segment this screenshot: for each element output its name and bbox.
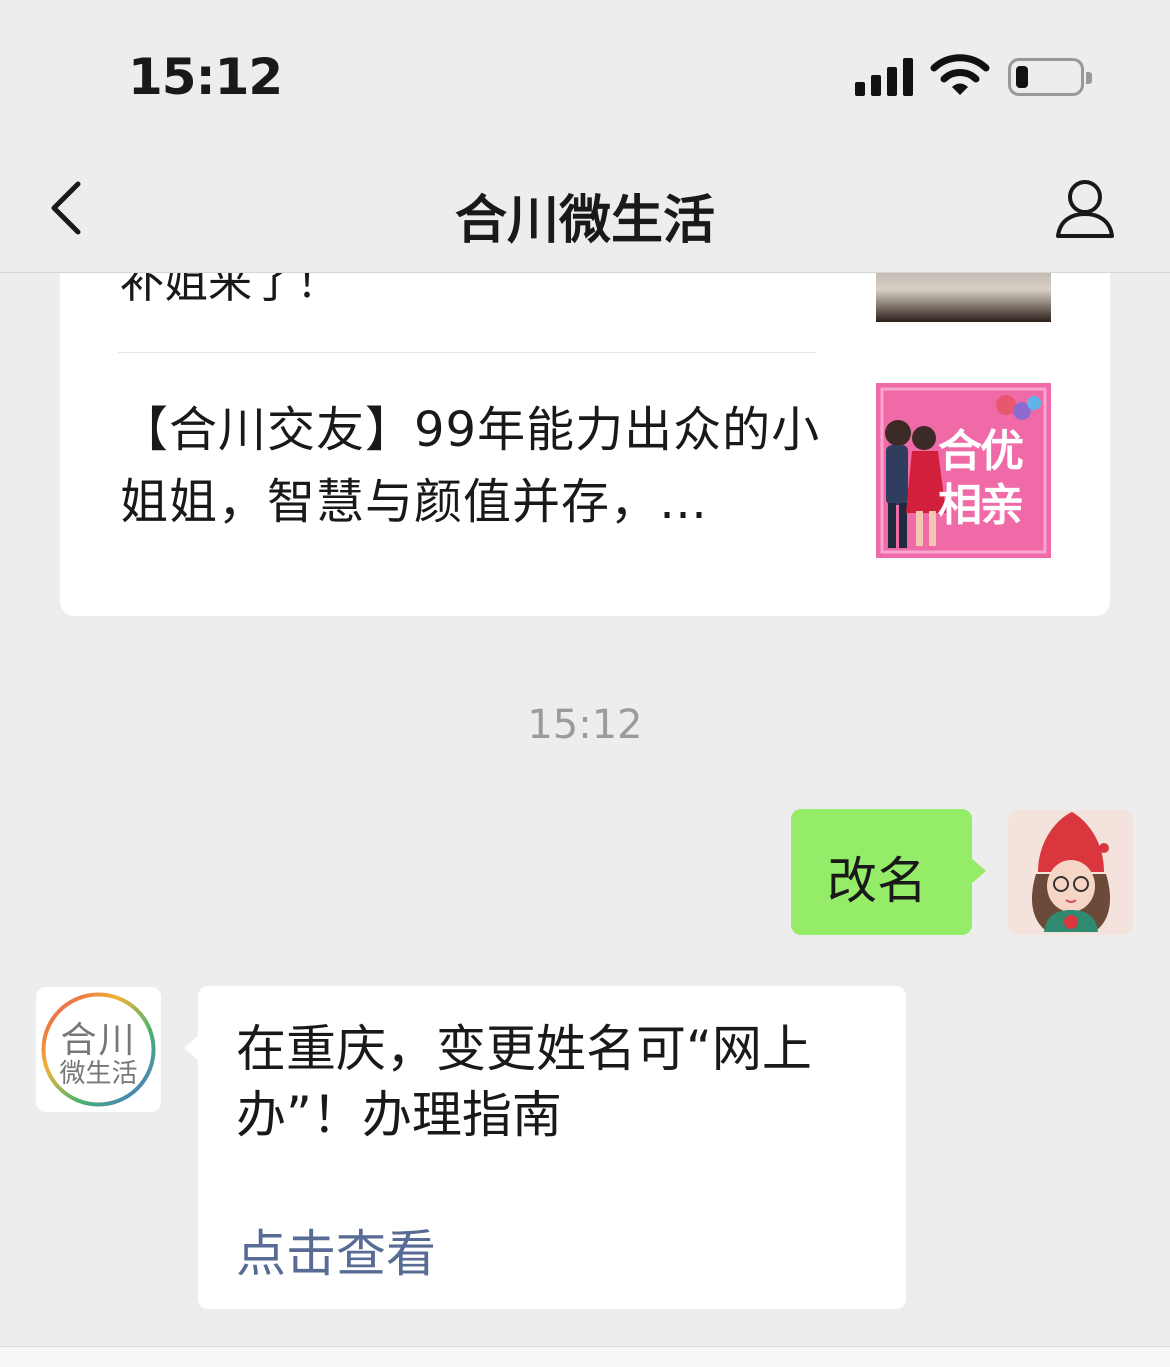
article-title[interactable]: 【合川交友】99年能力出众的小姐姐，智慧与颜值并存，… bbox=[120, 394, 840, 538]
sent-message-text: 改名 bbox=[827, 852, 927, 910]
message-timestamp: 15:12 bbox=[527, 702, 643, 748]
received-message-bubble[interactable]: 在重庆，变更姓名可“网上办”！办理指南 点击查看 bbox=[184, 986, 906, 1309]
chat-title: 合川微生活 bbox=[454, 191, 715, 251]
sent-message-bubble[interactable]: 改名 bbox=[791, 809, 986, 935]
my-avatar[interactable] bbox=[1008, 810, 1133, 935]
article-thumbnail-partial bbox=[876, 272, 1051, 322]
official-account-avatar[interactable]: 合川 微生活 bbox=[36, 987, 161, 1112]
article-item-partial[interactable]: 补姐来了！ bbox=[120, 272, 880, 322]
person-icon[interactable] bbox=[1050, 174, 1120, 244]
received-message-text: 在重庆，变更姓名可“网上办”！办理指南 bbox=[236, 1020, 812, 1144]
chat-area[interactable]: 补姐来了！ 【合川交友】99年能力出众的小姐姐，智慧与颜值并存，… 合优 相亲 … bbox=[0, 272, 1170, 1346]
oa-avatar-text-line2: 微生活 bbox=[59, 1059, 138, 1089]
cellular-signal-icon bbox=[855, 58, 915, 96]
battery-icon bbox=[1008, 58, 1092, 96]
wifi-icon bbox=[930, 54, 990, 95]
thumbnail-text-line2: 相亲 bbox=[938, 480, 1024, 531]
article-thumbnail[interactable]: 合优 相亲 bbox=[876, 383, 1051, 558]
nav-bar: 合川微生活 bbox=[0, 150, 1170, 273]
status-time: 15:12 bbox=[128, 48, 283, 106]
divider bbox=[118, 352, 816, 353]
status-bar: 15:12 bbox=[0, 0, 1170, 150]
girl-avatar-icon bbox=[1008, 810, 1133, 935]
article-card[interactable]: 补姐来了！ 【合川交友】99年能力出众的小姐姐，智慧与颜值并存，… 合优 相亲 bbox=[60, 272, 1110, 616]
input-bar-edge bbox=[0, 1346, 1170, 1367]
view-link[interactable]: 点击查看 bbox=[236, 1214, 436, 1286]
article-title-partial: 补姐来了！ bbox=[120, 272, 340, 308]
